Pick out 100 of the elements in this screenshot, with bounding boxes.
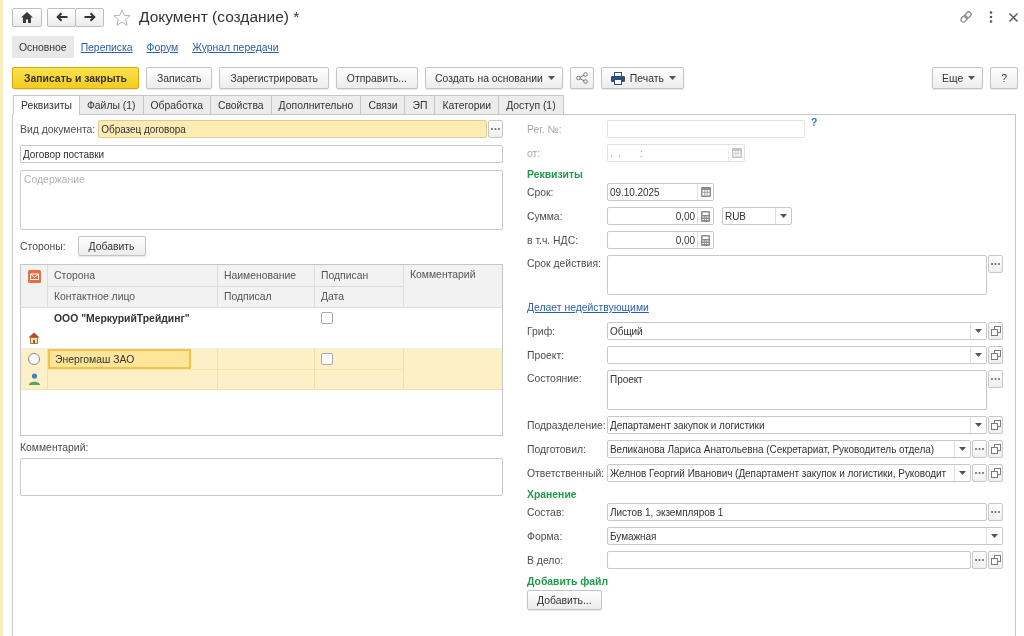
column-header: Сторона bbox=[48, 265, 217, 287]
person-icon bbox=[27, 373, 41, 385]
nav-link[interactable]: Форум bbox=[139, 36, 186, 58]
choose-button[interactable] bbox=[972, 551, 987, 569]
input-field[interactable]: Проект bbox=[607, 370, 987, 410]
close-icon[interactable] bbox=[1009, 12, 1018, 22]
nav-link[interactable]: Основное bbox=[12, 36, 74, 58]
choose-button[interactable] bbox=[972, 440, 987, 458]
choose-button[interactable] bbox=[488, 120, 503, 138]
section-heading: Реквизиты bbox=[527, 168, 583, 181]
nav-link[interactable]: Журнал передачи bbox=[185, 36, 286, 58]
tab[interactable]: Обработка bbox=[142, 95, 211, 115]
checkbox[interactable] bbox=[321, 312, 333, 324]
more-icon[interactable] bbox=[989, 11, 993, 23]
primary-button[interactable]: Записать и закрыть bbox=[12, 67, 139, 89]
nav-link[interactable]: Переписка bbox=[73, 36, 140, 58]
forward-button[interactable] bbox=[75, 7, 104, 27]
field-label: Стороны: bbox=[20, 240, 66, 252]
input-field[interactable]: 09.10.2025 bbox=[607, 183, 714, 201]
input-field[interactable] bbox=[607, 255, 987, 295]
open-button[interactable] bbox=[988, 346, 1003, 364]
field-label: Подразделение: bbox=[527, 419, 607, 431]
checkbox[interactable] bbox=[321, 352, 333, 365]
tab[interactable]: Дополнительно bbox=[270, 95, 362, 115]
menu-button[interactable]: Еще bbox=[932, 67, 984, 89]
print-button[interactable]: Печать bbox=[600, 67, 684, 89]
caret-icon bbox=[959, 447, 966, 451]
currency-select[interactable]: RUB bbox=[722, 207, 792, 225]
column-header: Дата bbox=[320, 290, 345, 305]
link[interactable]: Делает недействующими bbox=[527, 301, 649, 314]
add-file-button[interactable]: Добавить... bbox=[527, 590, 602, 610]
toolbar-button[interactable]: Зарегистрировать bbox=[219, 67, 329, 89]
calculator-button[interactable] bbox=[697, 208, 713, 224]
open-button[interactable] bbox=[988, 322, 1003, 340]
arrow-left-icon bbox=[55, 12, 68, 22]
text-area[interactable]: Содержание bbox=[20, 170, 503, 230]
field-label: Сумма: bbox=[527, 210, 564, 222]
calculator-icon bbox=[701, 210, 710, 222]
open-window-icon bbox=[990, 444, 1001, 454]
circle-icon bbox=[28, 353, 40, 365]
input-field[interactable]: Бумажная bbox=[607, 527, 1003, 545]
open-window-icon bbox=[990, 555, 1001, 565]
field-label: В дело: bbox=[527, 554, 565, 566]
open-button[interactable] bbox=[988, 551, 1003, 569]
choose-button[interactable] bbox=[988, 503, 1003, 521]
table-cell: ООО "МеркурийТрейдинг" bbox=[54, 312, 190, 324]
field-label: Подготовил: bbox=[527, 443, 587, 455]
caret-icon bbox=[968, 76, 976, 80]
tab[interactable]: Связи bbox=[360, 95, 406, 115]
arrow-right-icon bbox=[83, 12, 96, 22]
back-button[interactable] bbox=[47, 7, 76, 27]
caret-icon bbox=[668, 76, 676, 80]
input-field[interactable]: Листов 1, экземпляров 1 bbox=[607, 503, 987, 521]
caret-icon bbox=[547, 76, 555, 80]
share-button[interactable] bbox=[569, 67, 594, 89]
tab[interactable]: Категории bbox=[434, 95, 500, 115]
calculator-button[interactable] bbox=[697, 232, 713, 248]
open-button[interactable] bbox=[988, 464, 1003, 482]
open-window-icon bbox=[990, 468, 1001, 478]
tab[interactable]: Доступ (1) bbox=[498, 95, 564, 115]
house-icon bbox=[28, 332, 40, 344]
caret-icon bbox=[959, 471, 966, 475]
choose-button[interactable] bbox=[972, 464, 987, 482]
field-label: Срок действия: bbox=[527, 257, 602, 269]
tab[interactable]: Свойства bbox=[209, 95, 272, 115]
tab[interactable]: ЭП bbox=[404, 95, 436, 115]
tab[interactable]: Реквизиты bbox=[13, 95, 80, 115]
input-field[interactable]: 0,00 bbox=[607, 207, 714, 225]
choose-button[interactable] bbox=[988, 370, 1003, 388]
input-field[interactable]: Общий bbox=[607, 322, 987, 340]
input-field[interactable] bbox=[607, 346, 987, 364]
field-label: Рег. №: bbox=[527, 123, 563, 135]
caret-icon bbox=[975, 329, 982, 333]
open-button[interactable] bbox=[988, 416, 1003, 434]
field-label: Форма: bbox=[527, 530, 564, 542]
toolbar-button[interactable]: Отправить... bbox=[335, 67, 418, 89]
table-row[interactable]: Энергомаш ЗАО bbox=[21, 349, 502, 390]
tab[interactable]: Файлы (1) bbox=[78, 95, 144, 115]
toolbar-button[interactable]: ? bbox=[990, 67, 1018, 89]
link-icon[interactable] bbox=[959, 10, 973, 24]
input-field[interactable]: 0,00 bbox=[607, 231, 714, 249]
calendar-button[interactable] bbox=[697, 184, 713, 200]
input-field[interactable]: Великанова Лариса Анатольевна (Секретариат, Руководитель отдела) bbox=[607, 440, 971, 458]
input-field[interactable]: Желнов Георгий Иванович (Департамент закупок и логистики, Руководит bbox=[607, 464, 971, 482]
menu-button[interactable]: Создать на основании bbox=[425, 67, 563, 89]
field-label: Состав: bbox=[527, 506, 566, 518]
input-field[interactable]: Образец договора bbox=[98, 120, 487, 138]
input-field[interactable] bbox=[607, 551, 971, 569]
star-icon[interactable] bbox=[113, 8, 131, 26]
home-button[interactable] bbox=[12, 7, 42, 27]
add-button[interactable]: Добавить bbox=[77, 236, 146, 256]
choose-button[interactable] bbox=[988, 255, 1003, 273]
open-button[interactable] bbox=[988, 440, 1003, 458]
input-field[interactable]: Договор поставки bbox=[20, 145, 503, 163]
open-window-icon bbox=[990, 350, 1001, 360]
comment-field[interactable] bbox=[20, 458, 503, 496]
toolbar-button[interactable]: Записать bbox=[146, 67, 213, 89]
input-field[interactable]: Департамент закупок и логистики bbox=[607, 416, 987, 434]
envelope-icon bbox=[27, 270, 41, 283]
field-label: Гриф: bbox=[527, 325, 557, 337]
